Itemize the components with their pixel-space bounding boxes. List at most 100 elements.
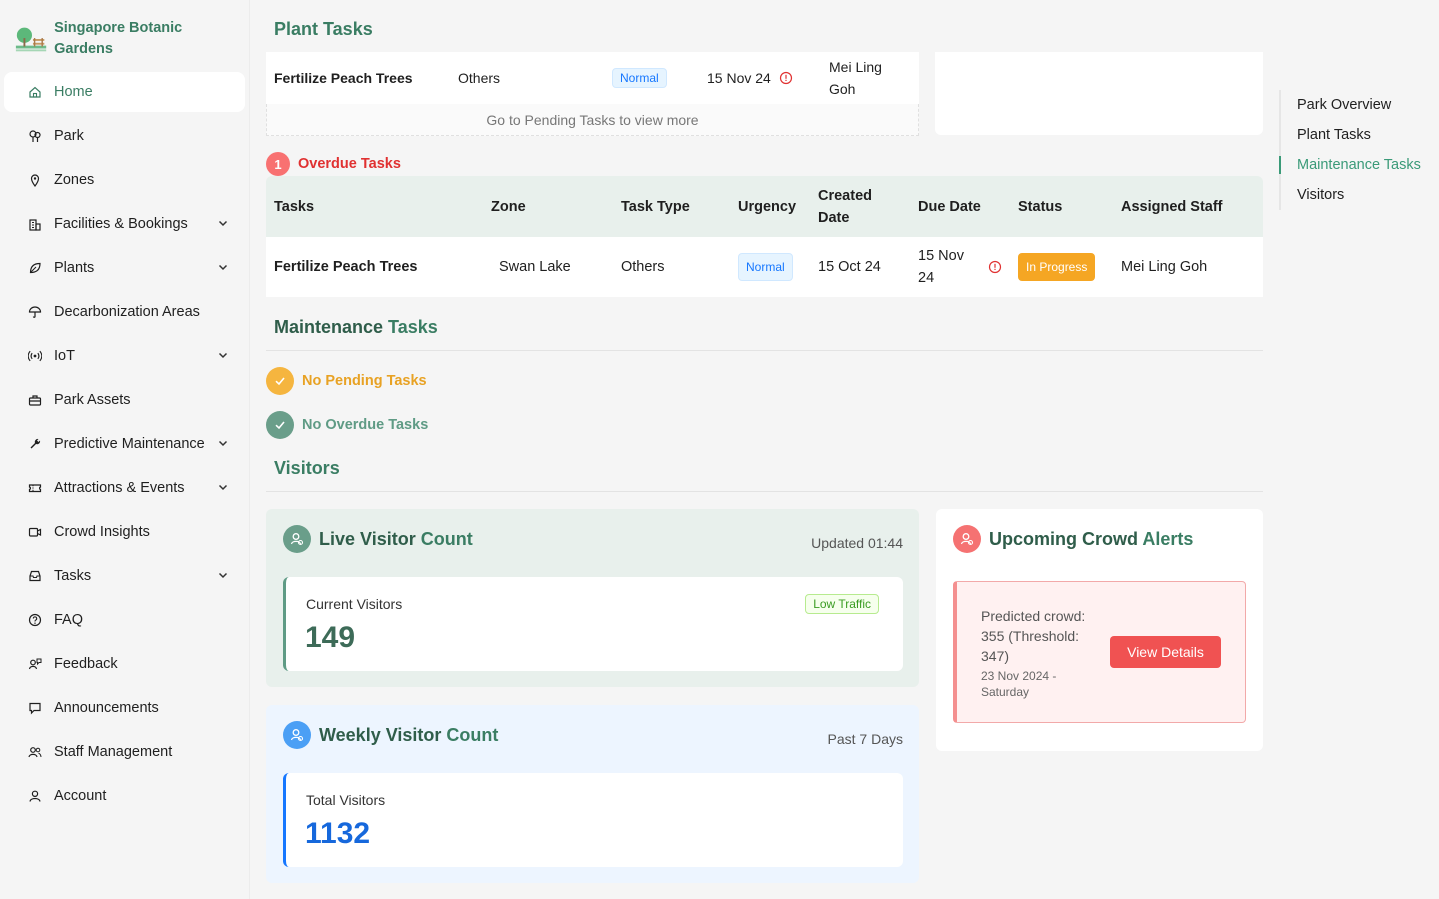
view-more-link[interactable]: Go to Pending Tasks to view more: [266, 104, 919, 136]
sidebar-item-label: Crowd Insights: [54, 524, 150, 540]
chevron-down-icon[interactable]: [217, 437, 229, 449]
header-due-date[interactable]: Due Date: [918, 176, 981, 237]
no-overdue-label: No Overdue Tasks: [302, 417, 429, 433]
chevron-down-icon[interactable]: [217, 217, 229, 229]
home-icon: [28, 85, 42, 99]
current-visitors-label: Current Visitors: [306, 596, 403, 612]
header-urgency[interactable]: Urgency: [738, 176, 796, 237]
total-visitors-label: Total Visitors: [306, 792, 386, 808]
pending-tasks-table: Fertilize Peach Trees Others Normal 15 N…: [266, 52, 919, 104]
chevron-down-icon[interactable]: [217, 261, 229, 273]
toolbox-icon: [28, 393, 42, 407]
header-status[interactable]: Status: [1018, 176, 1062, 237]
alert-people-icon: [953, 525, 981, 553]
table-row[interactable]: Fertilize Peach Trees Swan Lake Others N…: [266, 237, 1263, 297]
chevron-down-icon[interactable]: [217, 349, 229, 361]
current-visitors-value: 149: [305, 621, 356, 654]
sidebar-item-label: Home: [54, 84, 93, 100]
brand[interactable]: Singapore Botanic Gardens: [0, 0, 249, 62]
visitors-title: Visitors: [274, 458, 340, 478]
traffic-badge: Low Traffic: [805, 594, 879, 614]
ticket-icon: [28, 481, 42, 495]
anchor-link-visitors[interactable]: Visitors: [1281, 180, 1439, 210]
sidebar-item-label: Account: [54, 788, 107, 804]
camera-icon: [28, 525, 42, 539]
sidebar-item-label: FAQ: [54, 612, 84, 628]
team-icon: [28, 745, 42, 759]
anchor-link-plant-tasks[interactable]: Plant Tasks: [1281, 120, 1439, 150]
sidebar-item-facilities-bookings[interactable]: Facilities & Bookings: [4, 204, 245, 244]
sidebar-item-staff-management[interactable]: Staff Management: [4, 732, 245, 772]
broadcast-icon: [28, 349, 42, 363]
sidebar: Singapore Botanic Gardens Home Park Zones F…: [0, 0, 250, 899]
page-anchor-nav: Park Overview Plant Tasks Maintenance Task…: [1279, 90, 1439, 210]
sidebar-item-park[interactable]: Park: [4, 116, 245, 156]
table-cell-type: Others: [458, 70, 501, 86]
plant-tasks-title: Plant Tasks: [274, 19, 373, 39]
title-part: Count: [441, 724, 499, 745]
sidebar-nav: Home Park Zones Facilities & Bookings Plants…: [0, 72, 249, 816]
sidebar-item-decarbonization-areas[interactable]: Decarbonization Areas: [4, 292, 245, 332]
anchor-link-maintenance-tasks[interactable]: Maintenance Tasks: [1279, 150, 1439, 180]
urgency-tag: Normal: [612, 68, 667, 88]
header-tasks[interactable]: Tasks: [274, 176, 314, 237]
visitors-icon: [283, 525, 311, 553]
crowd-alert-item: Predicted crowd: 355 (Threshold: 347) 23…: [953, 581, 1246, 723]
table-cell-due: 15 Nov 24: [707, 70, 771, 86]
weekly-visitor-title: Weekly Visitor Count: [319, 725, 498, 746]
message-icon: [28, 701, 42, 715]
sidebar-item-label: Predictive Maintenance: [54, 436, 205, 452]
park-logo-icon: [15, 27, 47, 52]
sidebar-item-tasks[interactable]: Tasks: [4, 556, 245, 596]
header-zone[interactable]: Zone: [491, 176, 526, 237]
divider: [266, 491, 1263, 492]
sidebar-item-home[interactable]: Home: [4, 72, 245, 112]
sidebar-item-plants[interactable]: Plants: [4, 248, 245, 288]
alert-text: Predicted crowd: 355 (Threshold: 347) 23…: [981, 606, 1101, 700]
sidebar-item-account[interactable]: Account: [4, 776, 245, 816]
header-assigned-staff[interactable]: Assigned Staff: [1121, 176, 1223, 237]
building-icon: [28, 217, 42, 231]
no-pending-label: No Pending Tasks: [302, 373, 427, 389]
sidebar-item-announcements[interactable]: Announcements: [4, 688, 245, 728]
no-overdue-status: No Overdue Tasks: [266, 411, 428, 439]
total-visitors-box: Total Visitors 1132: [283, 773, 903, 867]
title-part: Alerts: [1138, 528, 1194, 549]
sidebar-item-crowd-insights[interactable]: Crowd Insights: [4, 512, 245, 552]
cell-task[interactable]: Fertilize Peach Trees: [274, 237, 417, 297]
table-cell-staff: Mei Ling Goh: [829, 59, 882, 97]
chevron-down-icon[interactable]: [217, 481, 229, 493]
feedback-icon: [28, 657, 42, 671]
maintenance-title-part: Maintenance: [274, 317, 384, 337]
sidebar-item-zones[interactable]: Zones: [4, 160, 245, 200]
title-part: Count: [415, 528, 473, 549]
anchor-link-park-overview[interactable]: Park Overview: [1281, 90, 1439, 120]
alert-prediction: Predicted crowd: 355 (Threshold: 347): [981, 608, 1086, 664]
check-icon: [266, 411, 294, 439]
leaf-icon: [28, 261, 42, 275]
chevron-down-icon[interactable]: [217, 569, 229, 581]
sidebar-item-label: Park Assets: [54, 392, 131, 408]
pin-icon: [28, 173, 42, 187]
sidebar-item-predictive-maintenance[interactable]: Predictive Maintenance: [4, 424, 245, 464]
view-details-button[interactable]: View Details: [1110, 636, 1221, 668]
sidebar-item-label: Park: [54, 128, 84, 144]
sidebar-item-faq[interactable]: FAQ: [4, 600, 245, 640]
crowd-alerts-card: Upcoming Crowd Alerts Predicted crowd: 3…: [936, 509, 1263, 751]
warning-icon: [988, 260, 1002, 274]
sidebar-item-park-assets[interactable]: Park Assets: [4, 380, 245, 420]
header-created-date[interactable]: Created Date: [818, 176, 888, 237]
divider: [266, 350, 1263, 351]
cell-zone: Swan Lake: [499, 259, 571, 275]
sidebar-item-label: Tasks: [54, 568, 92, 584]
title-part: Weekly Visitor: [319, 724, 442, 745]
sidebar-item-attractions-events[interactable]: Attractions & Events: [4, 468, 245, 508]
header-task-type[interactable]: Task Type: [621, 176, 690, 237]
sidebar-item-feedback[interactable]: Feedback: [4, 644, 245, 684]
sidebar-item-iot[interactable]: IoT: [4, 336, 245, 376]
sidebar-item-label: Feedback: [54, 656, 118, 672]
sidebar-item-label: Decarbonization Areas: [54, 304, 200, 320]
table-cell-task[interactable]: Fertilize Peach Trees: [274, 52, 413, 104]
maintenance-title-part: Tasks: [383, 317, 438, 337]
table-header: Tasks Zone Task Type Urgency Created Dat…: [266, 176, 1263, 237]
